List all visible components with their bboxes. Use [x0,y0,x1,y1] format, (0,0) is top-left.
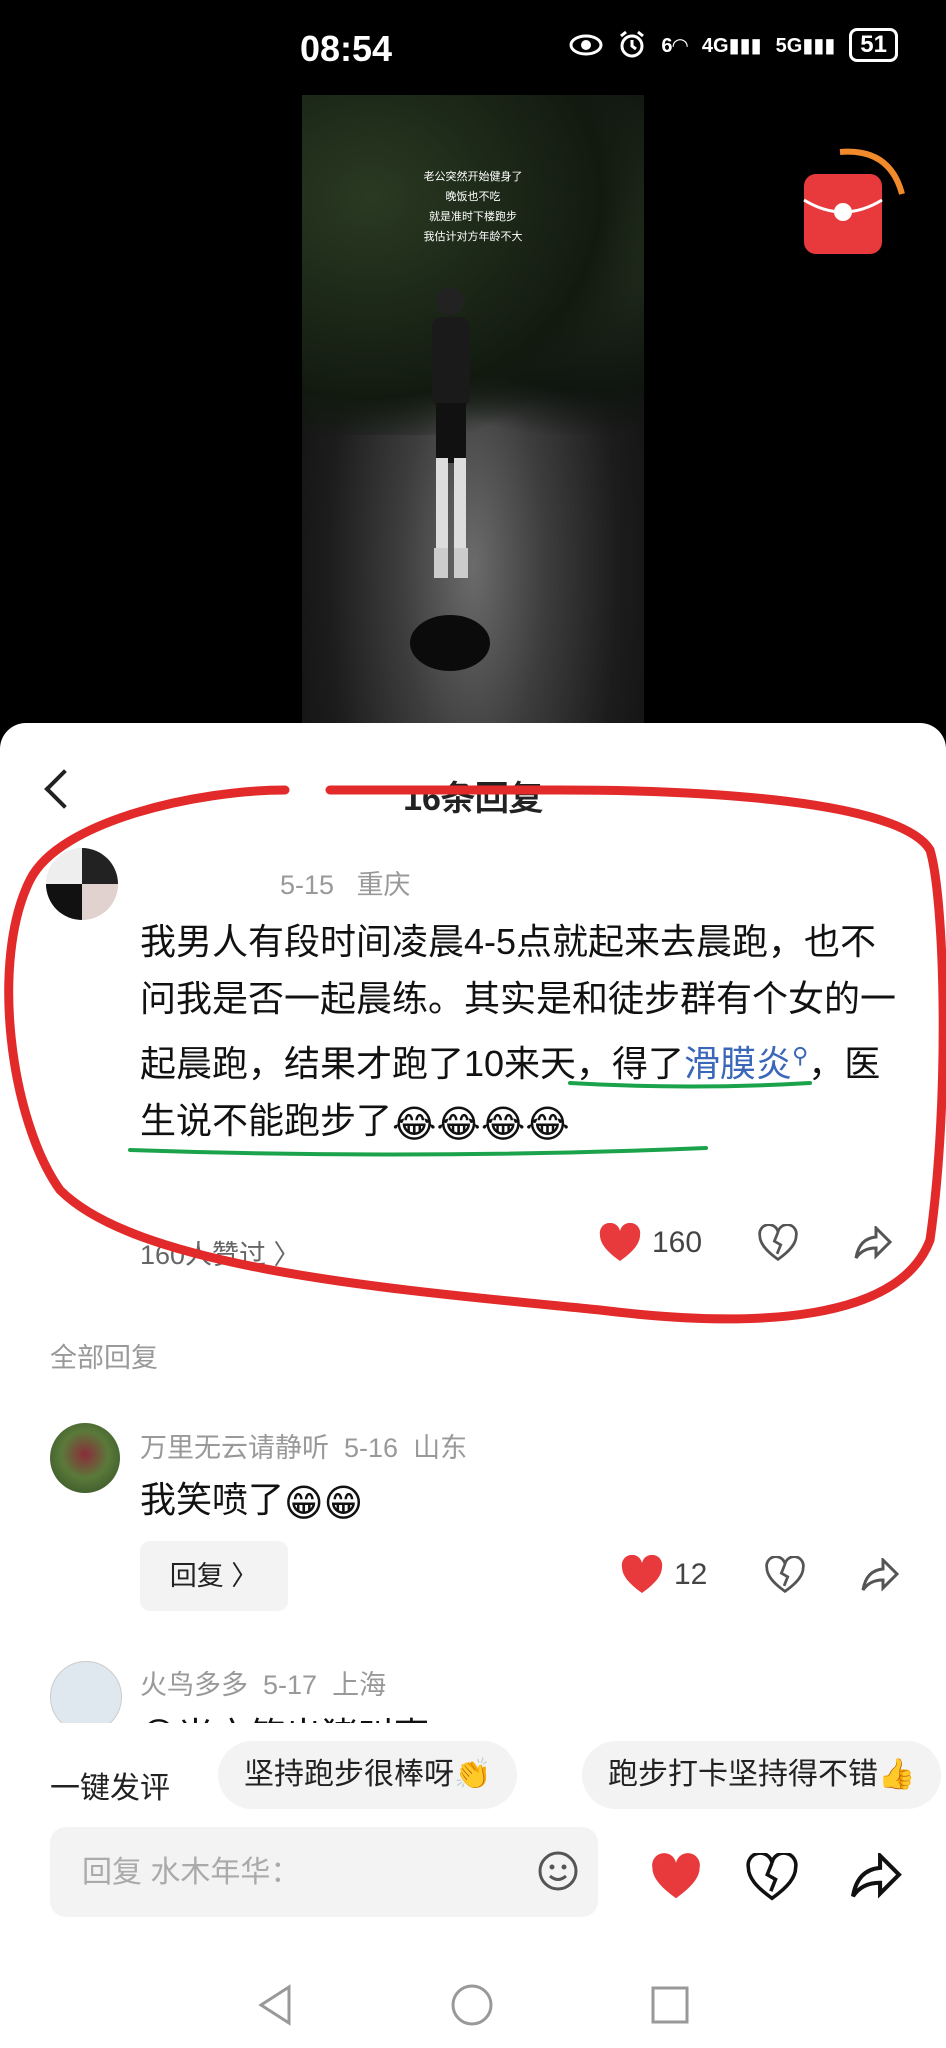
reply-meta: 万里无云请静听 5-16 山东 [140,1433,468,1463]
reply-input-box[interactable] [50,1827,598,1917]
reply-avatar[interactable] [50,1661,122,1723]
broken-heart-icon[interactable] [765,1556,806,1594]
heart-filled-icon[interactable] [620,1555,664,1595]
quick-comment-label: 一键发评 [50,1772,170,1805]
quick-comment-chip[interactable]: 坚持跑步很棒呀👏 [218,1741,518,1809]
broken-heart-icon[interactable] [746,1853,798,1901]
post-text: 我男人有段时间凌晨4-5点就起来去晨跑，也不问我是否一起晨练。其实是和徒步群有个… [140,921,897,1146]
post-like-count: 160 [652,1226,703,1259]
reply-button[interactable]: 回复 〉 [140,1541,288,1611]
nav-recents-icon[interactable] [650,1985,690,2025]
reply-meta: 火鸟多多 5-17 上海 [140,1670,387,1700]
heart-filled-icon[interactable] [650,1853,702,1901]
nav-back-icon[interactable] [255,1983,295,2027]
emoji-picker-icon[interactable] [538,1851,578,1891]
all-replies-heading: 全部回复 [50,1343,158,1373]
red-packet-icon[interactable] [800,144,910,264]
reply-input[interactable] [80,1847,484,1899]
system-nav-bar [0,1963,946,2048]
runner-figure [410,287,490,671]
quick-comment-chip[interactable]: 跑步打卡坚持得不错👍 [582,1741,942,1809]
reply-avatar[interactable] [50,1423,120,1493]
share-icon[interactable] [850,1853,902,1899]
alarm-icon [620,30,645,58]
laugh-emoji: 😂😂😂😂 [392,1104,570,1146]
status-bar: 08:54 6◠ 4G▮▮▮ 5G▮▮▮ 51 [0,0,946,95]
nav-home-icon[interactable] [450,1983,494,2027]
search-icon: ⚲ [792,1043,809,1068]
signal-5g-icon: 5G▮▮▮ [775,34,836,57]
wifi-icon: 6◠ [661,34,688,57]
topic-link[interactable]: 滑膜炎⚲ [684,1043,808,1084]
reply-like-count: 12 [674,1558,708,1591]
video-thumbnail[interactable]: 老公突然开始健身了 晚饭也不吃 就是准时下楼跑步 我估计对方年龄不大 [302,95,644,723]
share-icon[interactable] [854,1226,893,1260]
reply-text: 我笑喷了😁😁 [140,1479,364,1525]
share-icon[interactable] [861,1558,900,1592]
battery-icon: 51 [849,28,898,62]
post-meta: 5-15 重庆 [280,870,411,900]
video-caption: 老公突然开始健身了 晚饭也不吃 就是准时下楼跑步 我估计对方年龄不大 [423,171,523,243]
sheet-title: 16条回复 [403,780,543,818]
grin-emoji: 😁😁 [284,1483,364,1525]
broken-heart-icon[interactable] [758,1224,798,1262]
eye-icon [569,34,603,56]
clock: 08:54 [300,28,393,69]
post-avatar[interactable] [46,848,118,920]
reply-text: 😅当方笑出猪叫声 [140,1707,430,1723]
heart-filled-icon[interactable] [598,1223,642,1263]
signal-4g-icon: 4G▮▮▮ [701,34,762,57]
reply-clip: 火鸟多多 5-17 上海 😅当方笑出猪叫声 [0,1653,946,1723]
likes-summary-link[interactable]: 160人赞过 〉 [140,1233,301,1272]
reply-sheet: 16条回复 5-15 重庆 我男人有段时间凌晨4-5点就起来去晨跑，也不问我是否… [0,723,946,2048]
